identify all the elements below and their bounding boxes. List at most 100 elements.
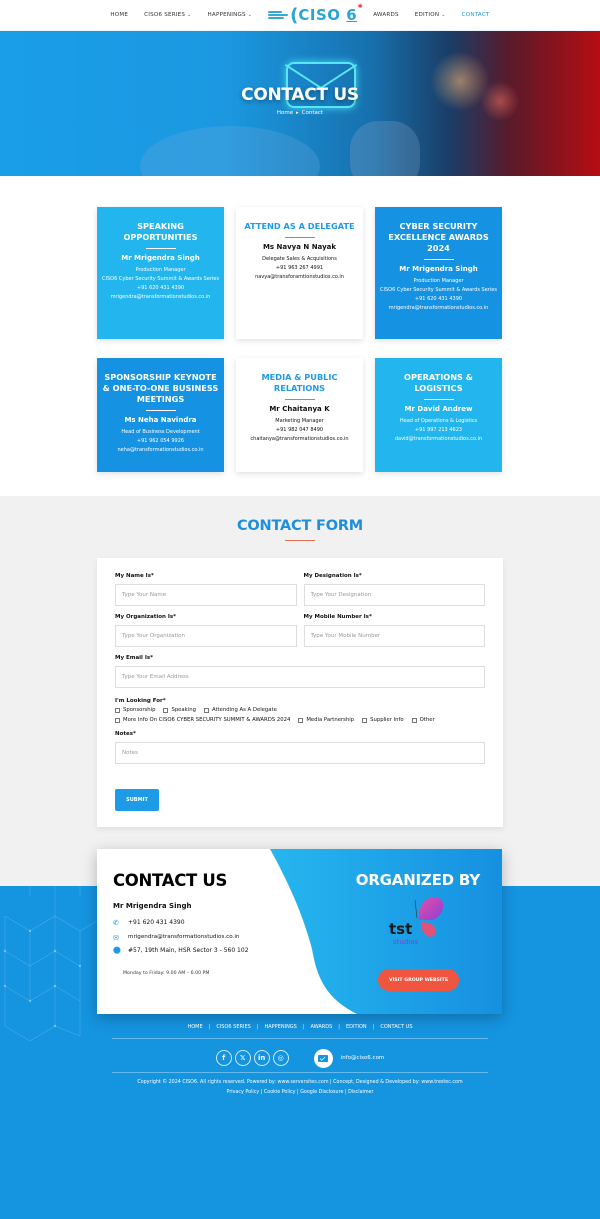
checkbox-icon[interactable]	[115, 717, 120, 723]
email-icon: ✉	[113, 934, 119, 943]
contact-email[interactable]: ✉ mrigendra@transformationstudios.co.in	[113, 934, 239, 942]
footer-email[interactable]: info@ciso6.com	[341, 1055, 385, 1061]
card-phone[interactable]: +91 620 431 4390	[380, 295, 497, 304]
ciso6-logo[interactable]: ( CISO 6 ✱	[260, 3, 365, 26]
form-heading: CONTACT FORM	[236, 518, 364, 534]
card-email[interactable]: chaitanya@transformationstudios.co.in	[241, 435, 358, 444]
footer-link-happenings[interactable]: HAPPENINGS	[258, 1024, 302, 1030]
x-twitter-icon[interactable]: 𝕏	[234, 1050, 251, 1067]
checkbox-supplier-info[interactable]: Supplier Info	[362, 717, 404, 723]
notes-input[interactable]	[115, 742, 485, 765]
nav-label: CISO6 SERIES	[144, 12, 186, 18]
nav-item-ciso6-series[interactable]: CISO6 SERIES ⌄	[136, 12, 199, 18]
nav-item-edition[interactable]: EDITION ⌄	[407, 12, 454, 18]
designation-input[interactable]	[303, 584, 485, 607]
contact-card-delegate: ATTEND AS A DELEGATE Ms Navya N Nayak De…	[236, 207, 363, 339]
organization-input[interactable]	[115, 625, 297, 648]
card-contact-name: Ms Navya N Nayak	[262, 243, 337, 251]
page-title: CONTACT US	[241, 85, 359, 105]
cookie-policy-link[interactable]: Cookie Policy	[264, 1090, 296, 1095]
email-input[interactable]	[115, 666, 485, 689]
card-role: Production Manager	[135, 267, 186, 273]
checkbox-icon[interactable]	[411, 717, 417, 723]
breadcrumb: Home ▸ Contact	[0, 110, 600, 116]
checkbox-attending-delegate[interactable]: Attending As A Delegate	[203, 707, 277, 713]
card-contact-name: Mr David Andrew	[404, 405, 473, 413]
chevron-down-icon: ⌄	[247, 12, 253, 18]
card-role: Head of Operations & Logistics	[399, 418, 478, 424]
copyright-text: Copyright © 2024 CISO6. All rights reser…	[137, 1080, 463, 1086]
checkbox-speaking[interactable]: Speaking	[163, 707, 196, 713]
card-phone[interactable]: +91 620 431 4390	[102, 284, 219, 293]
mail-icon[interactable]	[313, 1048, 333, 1068]
footer-link-ciso6-series[interactable]: CISO6 SERIES	[210, 1024, 256, 1030]
logo-text: CISO 6 ✱	[298, 3, 364, 24]
mobile-label: My Mobile Number Is*	[303, 614, 372, 621]
card-email[interactable]: navya@transforamtionstudios.co.in	[241, 273, 358, 282]
divider	[145, 410, 176, 411]
google-disclosure-link[interactable]: Google Disclosure	[300, 1090, 343, 1095]
contact-phone[interactable]: ✆ +91 620 431 4390	[113, 919, 185, 927]
facebook-icon[interactable]: f	[215, 1050, 232, 1067]
card-title: OPERATIONS & LOGISTICS	[404, 372, 473, 393]
nav-label: AWARDS	[373, 12, 399, 18]
footer: HOME | CISO6 SERIES | HAPPENINGS | AWARDS | …	[0, 1024, 600, 1098]
card-phone[interactable]: +91 962 054 9926	[102, 437, 219, 446]
phone-icon: ✆	[113, 919, 119, 928]
card-org: CISO6 Cyber Security Summit & Awards Ser…	[380, 287, 497, 293]
checkbox-icon[interactable]	[115, 707, 120, 713]
card-phone[interactable]: +91 963 267 4991	[241, 264, 358, 273]
checkbox-sponsorship[interactable]: Sponsorship	[115, 707, 155, 713]
submit-button[interactable]: SUBMIT	[115, 789, 159, 812]
checkbox-icon[interactable]	[298, 717, 304, 723]
top-navigation: HOME CISO6 SERIES ⌄ HAPPENINGS ⌄ ( CISO 6 ✱…	[0, 0, 600, 31]
organized-by-title: ORGANIZED BY	[355, 871, 480, 890]
disclaimer-link[interactable]: Disclaimer	[348, 1090, 373, 1095]
card-email[interactable]: david@transformationstudios.co.in	[380, 435, 497, 444]
logo-bracket: (	[290, 4, 299, 26]
breadcrumb-home[interactable]: Home	[277, 110, 293, 116]
card-email[interactable]: mrigendra@transformationstudios.co.in	[102, 293, 219, 302]
contact-address: ⬤ #57, 19th Main, HSR Sector 3 - 560 102	[113, 946, 249, 955]
footer-link-awards[interactable]: AWARDS	[305, 1024, 339, 1030]
divider	[145, 248, 176, 249]
nav-item-home[interactable]: HOME	[102, 12, 136, 18]
designation-label: My Designation Is*	[303, 573, 362, 580]
footer-link-edition[interactable]: EDITION	[340, 1024, 373, 1030]
privacy-policy-link[interactable]: Privacy Policy	[227, 1090, 260, 1095]
card-role: Marketing Manager	[275, 418, 324, 424]
checkbox-more-info[interactable]: More Info On CISO6 CYBER SECURITY SUMMIT…	[115, 717, 290, 723]
nav-item-awards[interactable]: AWARDS	[365, 12, 407, 18]
card-title: ATTEND AS A DELEGATE	[244, 221, 355, 231]
checkbox-icon[interactable]	[163, 707, 169, 713]
chevron-down-icon: ⌄	[187, 12, 192, 18]
card-email[interactable]: neha@transformationstudios.co.in	[102, 446, 219, 455]
mobile-input[interactable]	[303, 625, 485, 648]
divider	[285, 540, 315, 542]
nav-item-contact[interactable]: CONTACT	[454, 12, 498, 18]
checkbox-media-partnership[interactable]: Media Partnership	[298, 717, 354, 723]
card-contact-name: Mr Chaitanya K	[269, 405, 330, 413]
name-input[interactable]	[115, 584, 297, 607]
card-phone[interactable]: +91 997 213 4623	[380, 426, 497, 435]
checkbox-icon[interactable]	[203, 707, 209, 713]
instagram-icon[interactable]: ◎	[272, 1050, 289, 1067]
hand-silhouette	[350, 121, 420, 176]
visit-group-website-button[interactable]: VISIT GROUP WEBSITE	[378, 969, 459, 992]
card-email[interactable]: mrigendra@transformationstudios.co.in	[380, 304, 497, 313]
divider	[112, 1071, 488, 1073]
contact-form: My Name Is* My Designation Is* My Organi…	[97, 558, 503, 828]
hero-banner: CONTACT US Home ▸ Contact	[0, 31, 600, 176]
location-pin-icon: ⬤	[113, 946, 121, 955]
contact-card-operations: OPERATIONS & LOGISTICS Mr David Andrew H…	[375, 358, 502, 472]
nav-item-happenings[interactable]: HAPPENINGS ⌄	[200, 12, 261, 18]
card-phone[interactable]: +91 982 047 8490	[241, 426, 358, 435]
nav-label: HOME	[110, 12, 129, 18]
linkedin-icon[interactable]: in	[253, 1050, 270, 1067]
divider	[112, 1038, 488, 1039]
checkbox-icon[interactable]	[362, 717, 368, 723]
footer-link-contact-us[interactable]: CONTACT US	[374, 1024, 418, 1030]
footer-link-home[interactable]: HOME	[181, 1024, 208, 1030]
email-label: My Email Is*	[115, 655, 154, 662]
checkbox-other[interactable]: Other	[411, 717, 435, 723]
